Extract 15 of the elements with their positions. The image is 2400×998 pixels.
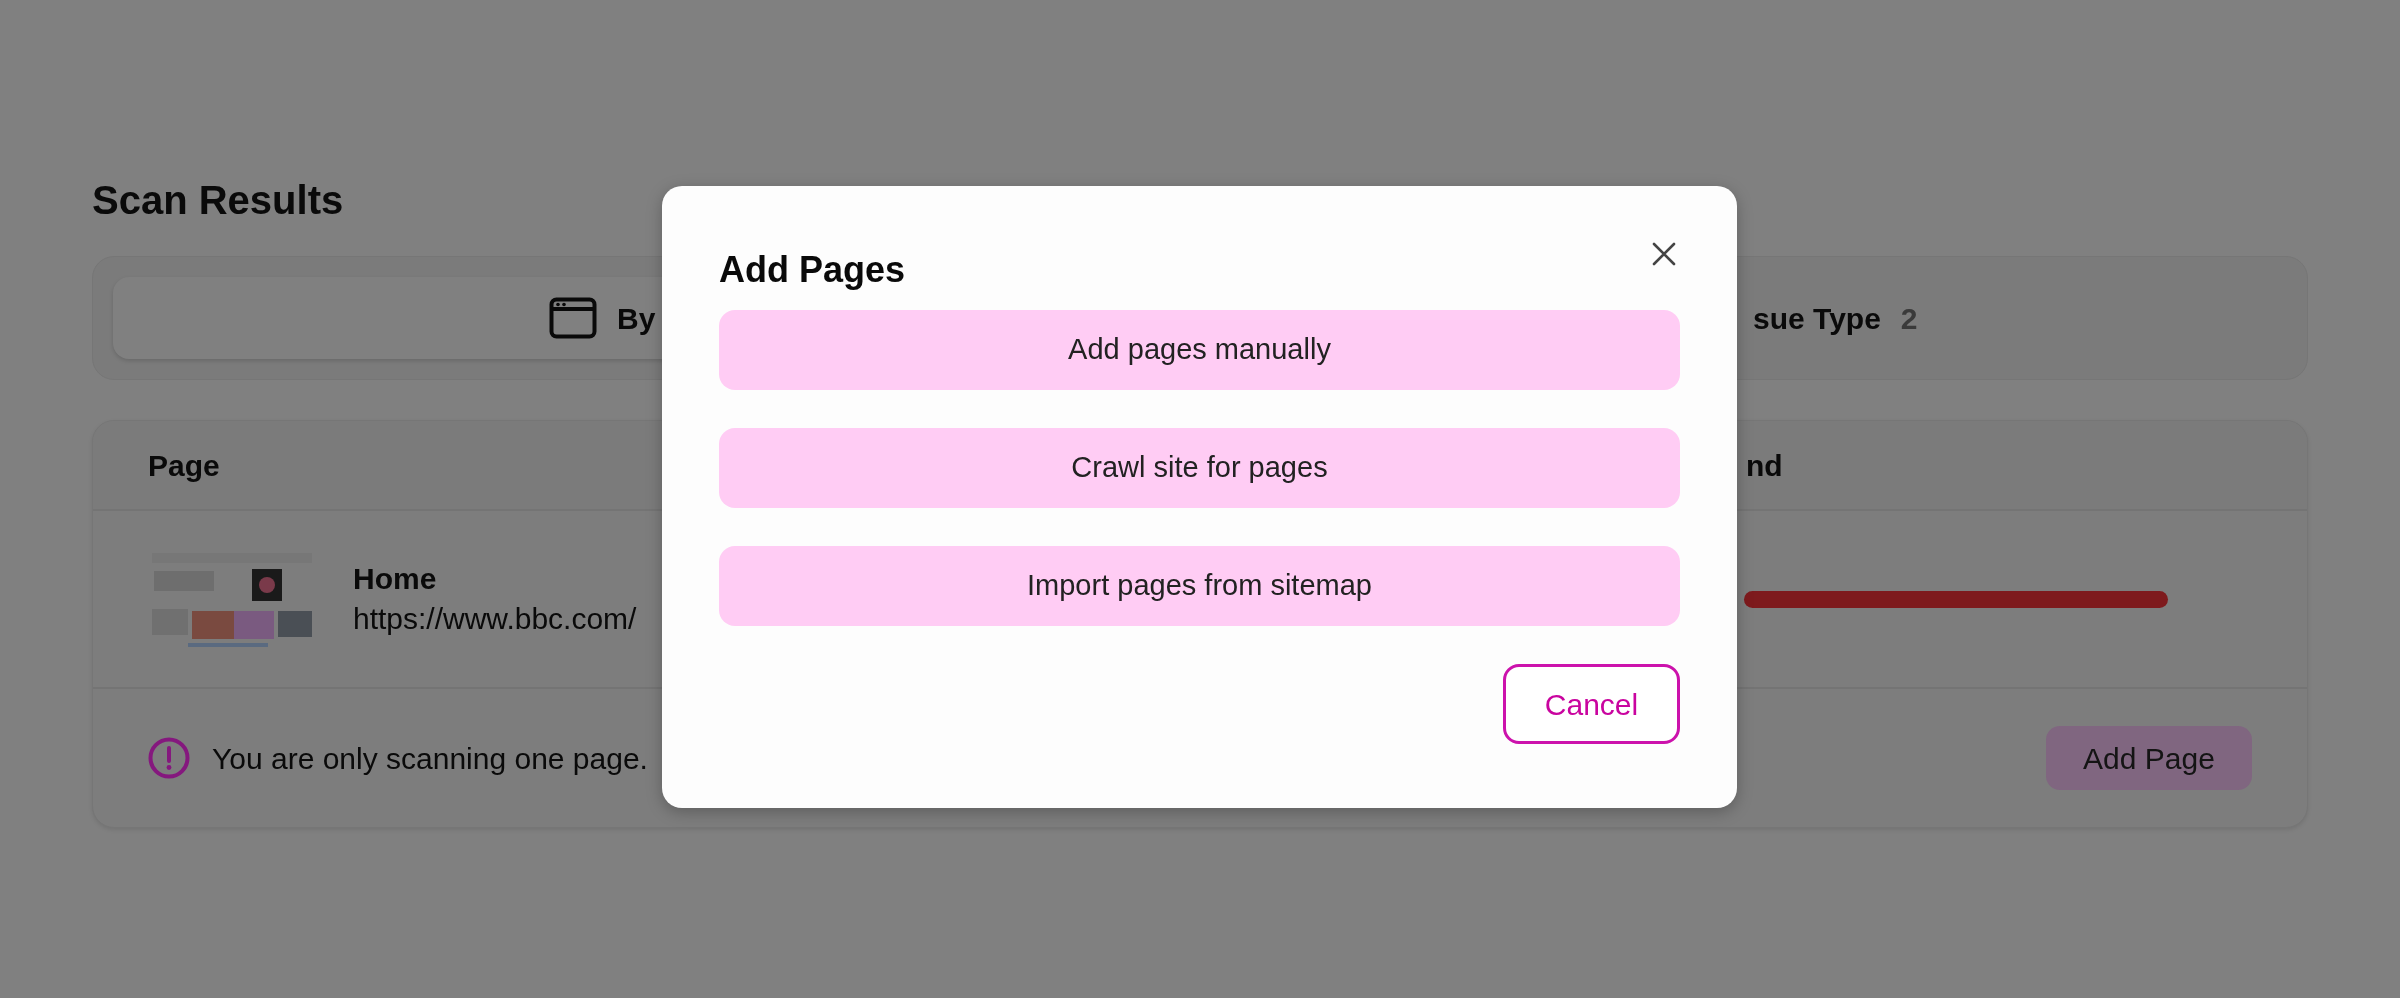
column-header: nd (1746, 447, 1783, 484)
page-name: Home (353, 561, 438, 597)
add-page-button[interactable]: Add Page (2046, 726, 2252, 790)
info-message: You are only scanning one page. (212, 740, 648, 777)
warning-icon (148, 737, 190, 779)
close-icon (1652, 242, 1676, 266)
option-button[interactable]: Import pages from sitemap (719, 546, 1680, 626)
page-title: Scan Results (92, 177, 345, 224)
tab-count: 2 (1900, 300, 1918, 337)
browser-window-icon (549, 297, 597, 339)
option-button[interactable]: Add pages manually (719, 310, 1680, 390)
cancel-button[interactable]: Cancel (1503, 664, 1680, 744)
column-header: Page (148, 447, 220, 484)
option-button[interactable]: Crawl site for pages (719, 428, 1680, 508)
page-url: https://www.bbc.com/ (353, 601, 637, 637)
